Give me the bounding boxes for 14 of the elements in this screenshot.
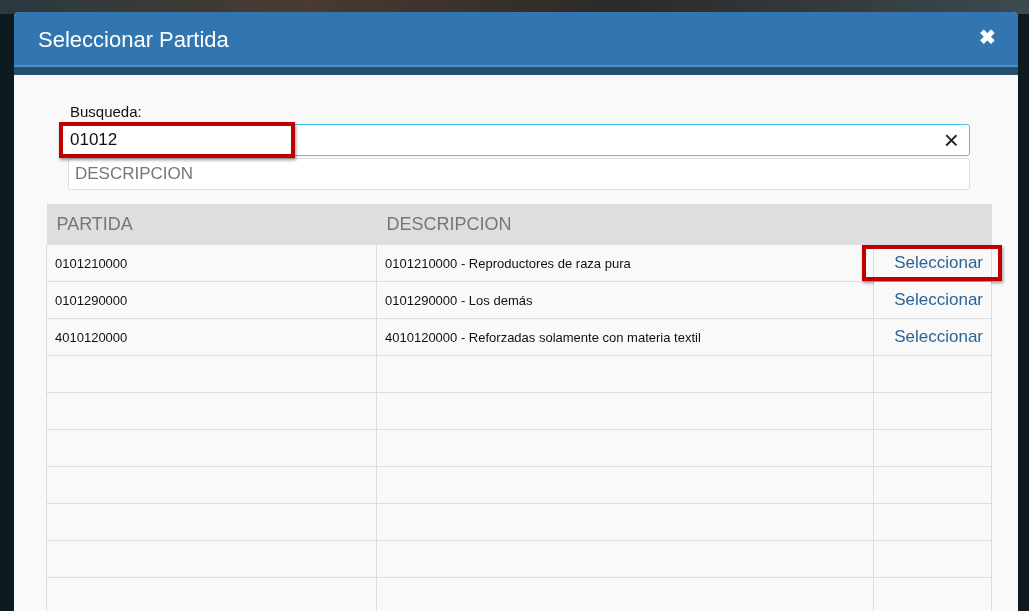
search-field[interactable]: 01012 × (62, 124, 970, 156)
column-header: DESCRIPCION (376, 204, 874, 245)
search-label: Busqueda: (70, 103, 143, 120)
description-filter-field[interactable]: DESCRIPCION (68, 158, 970, 190)
close-button[interactable]: ✖ (979, 24, 996, 49)
table-cell: 0101210000 - Reproductores de raza pura (376, 244, 874, 282)
table-cell: 4010120000 - Reforzadas solamente con materia textil (376, 318, 874, 356)
table-cell: 0101290000 (46, 281, 377, 319)
table-cell: 4010120000 (46, 318, 377, 356)
clear-button[interactable]: × (933, 127, 969, 153)
table-cell: 0101210000 (46, 244, 377, 282)
column-header: PARTIDA (46, 204, 377, 245)
table-cell: 0101290000 - Los demás (376, 281, 874, 319)
dialog-title: Seleccionar Partida (38, 26, 229, 53)
